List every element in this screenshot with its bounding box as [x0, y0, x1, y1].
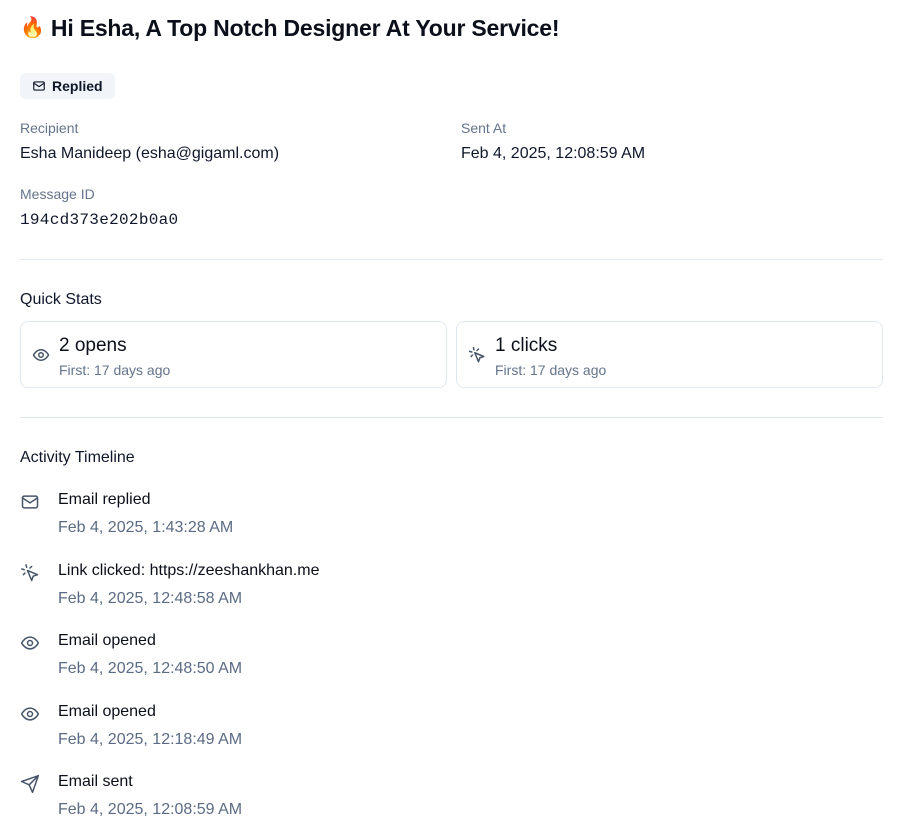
timeline-item: Email replied Feb 4, 2025, 1:43:28 AM: [20, 490, 880, 550]
timeline-event: Email opened: [58, 632, 156, 649]
eye-icon: [20, 633, 40, 653]
fire-emoji: 🔥: [20, 17, 45, 39]
timeline-item: Link clicked: https://zeeshankhan.me Feb…: [20, 561, 880, 621]
sent-at-value: Feb 4, 2025, 12:08:59 AM: [461, 145, 646, 162]
sent-at-field: Sent At Feb 4, 2025, 12:08:59 AM: [461, 119, 645, 164]
clicks-stat-card: 1 clicks First: 17 days ago: [456, 321, 883, 388]
opens-first: First: 17 days ago: [59, 362, 171, 378]
recipient-label: Recipient: [20, 120, 79, 136]
message-id-value: 194cd373e202b0a0: [20, 211, 179, 229]
timeline-time: Feb 4, 2025, 12:48:58 AM: [58, 590, 243, 607]
eye-icon: [32, 346, 50, 364]
timeline-item: Email opened Feb 4, 2025, 12:48:50 AM: [20, 631, 880, 691]
timeline-event: Link clicked: https://zeeshankhan.me: [58, 562, 320, 579]
message-id-field: Message ID 194cd373e202b0a0: [20, 185, 178, 230]
timeline-event: Email opened: [58, 703, 156, 720]
divider: [20, 417, 883, 418]
activity-timeline-title: Activity Timeline: [20, 449, 135, 466]
pointer-click-icon: [468, 346, 486, 364]
clicks-count: 1 clicks: [495, 335, 558, 356]
sent-at-label: Sent At: [461, 120, 507, 136]
status-badge-label: Replied: [52, 78, 103, 94]
mail-icon: [32, 79, 46, 93]
email-subject: Hi Esha, A Top Notch Designer At Your Se…: [50, 15, 560, 41]
mail-icon: [20, 492, 40, 512]
page-title: 🔥 Hi Esha, A Top Notch Designer At Your …: [20, 14, 560, 42]
recipient-field: Recipient Esha Manideep (esha@gigaml.com…: [20, 119, 279, 164]
clicks-first: First: 17 days ago: [495, 362, 607, 378]
timeline-time: Feb 4, 2025, 12:48:50 AM: [58, 660, 243, 677]
timeline-event: Email sent: [58, 773, 133, 790]
timeline-time: Feb 4, 2025, 12:18:49 AM: [58, 731, 243, 748]
timeline-time: Feb 4, 2025, 12:08:59 AM: [58, 801, 243, 818]
message-id-label: Message ID: [20, 186, 95, 202]
timeline-item: Email opened Feb 4, 2025, 12:18:49 AM: [20, 702, 880, 762]
timeline-item: Email sent Feb 4, 2025, 12:08:59 AM: [20, 772, 880, 832]
send-icon: [20, 774, 40, 794]
status-badge: Replied: [20, 73, 115, 99]
eye-icon: [20, 704, 40, 724]
quick-stats-title: Quick Stats: [20, 291, 102, 308]
recipient-value: Esha Manideep (esha@gigaml.com): [20, 145, 280, 162]
opens-count: 2 opens: [59, 335, 127, 356]
opens-stat-card: 2 opens First: 17 days ago: [20, 321, 447, 388]
timeline-time: Feb 4, 2025, 1:43:28 AM: [58, 519, 234, 536]
divider: [20, 259, 883, 260]
timeline-event: Email replied: [58, 491, 151, 508]
email-detail-page: 🔥 Hi Esha, A Top Notch Designer At Your …: [0, 0, 903, 840]
pointer-click-icon: [20, 563, 40, 583]
